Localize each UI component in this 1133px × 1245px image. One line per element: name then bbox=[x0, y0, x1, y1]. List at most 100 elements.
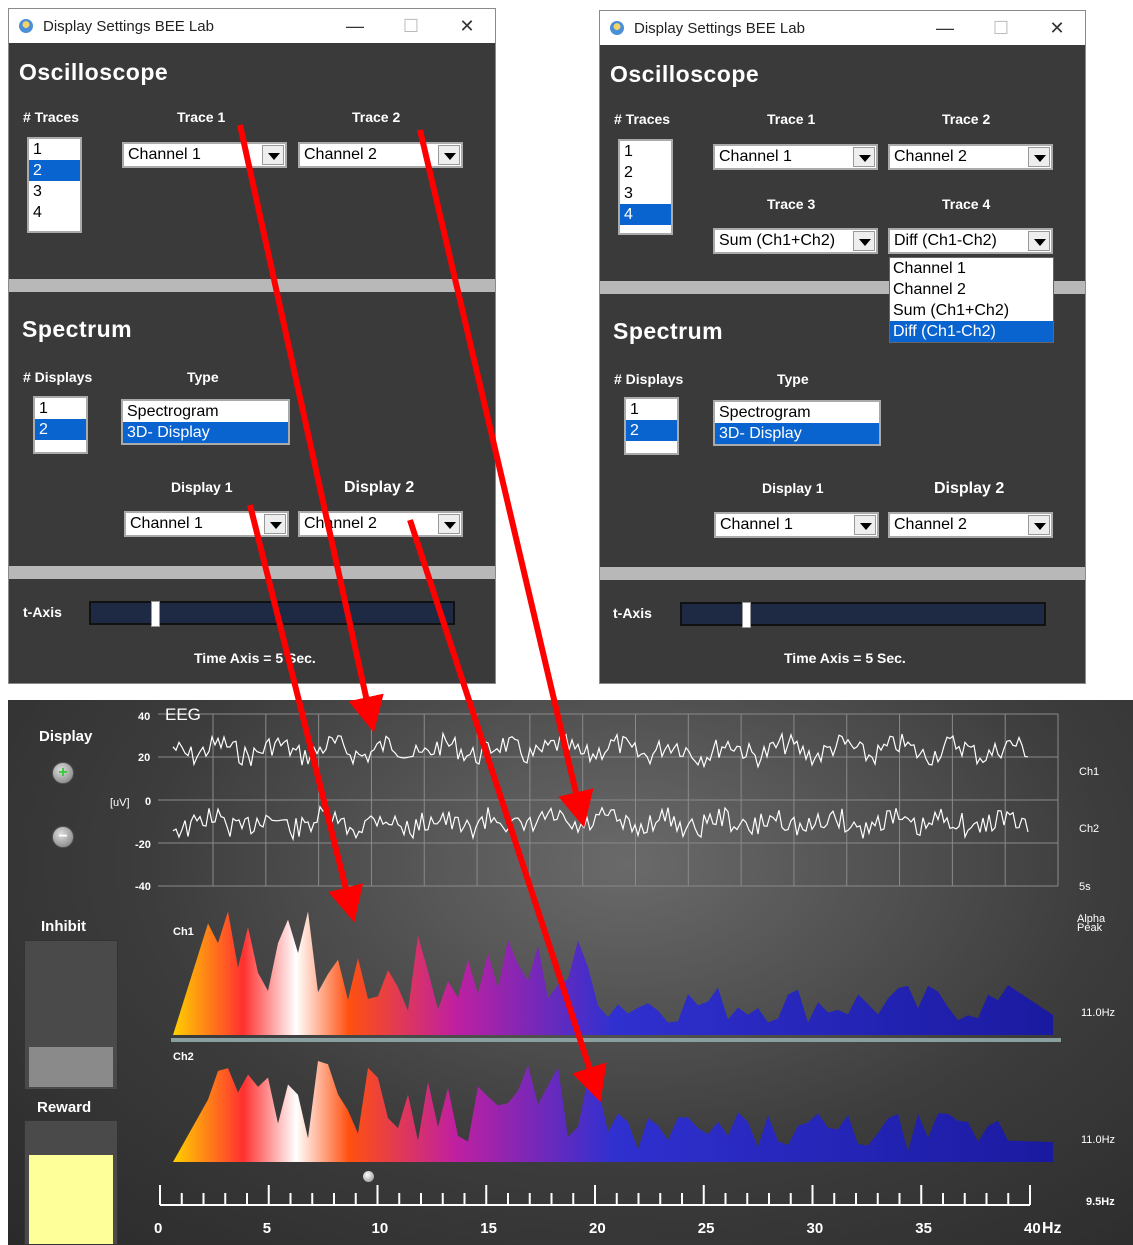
spectrum-3d-surfaces bbox=[171, 911, 1061, 1162]
maximize-button[interactable]: ☐ bbox=[973, 18, 1029, 39]
taxis-label: t-Axis bbox=[23, 604, 62, 620]
combo-value: Channel 1 bbox=[128, 146, 201, 163]
display2-combo[interactable]: Channel 2 bbox=[888, 512, 1053, 538]
slider-thumb[interactable] bbox=[742, 602, 751, 628]
minimize-button[interactable]: — bbox=[327, 16, 383, 37]
spectrum-ch2-label: Ch2 bbox=[173, 1051, 194, 1063]
y-tick-0: 0 bbox=[145, 796, 152, 808]
section-divider bbox=[9, 566, 495, 579]
y-tick-minus20: -20 bbox=[135, 839, 151, 851]
list-option[interactable]: 2 bbox=[29, 160, 80, 181]
chevron-down-icon[interactable] bbox=[438, 514, 460, 534]
slider-thumb[interactable] bbox=[151, 601, 160, 627]
list-option[interactable]: 4 bbox=[29, 202, 80, 223]
list-option[interactable]: Sum (Ch1+Ch2) bbox=[890, 300, 1053, 321]
display1-combo[interactable]: Channel 1 bbox=[714, 512, 879, 538]
list-option[interactable]: 3D- Display bbox=[715, 423, 879, 444]
trace1-label: Trace 1 bbox=[177, 109, 226, 125]
traces-label: # Traces bbox=[23, 109, 80, 125]
type-listbox[interactable]: Spectrogram 3D- Display bbox=[713, 400, 881, 446]
trace1-combo[interactable]: Channel 1 bbox=[122, 142, 287, 168]
window-title: Display Settings BEE Lab bbox=[634, 19, 805, 37]
app-icon bbox=[19, 19, 33, 33]
eeg-title: EEG bbox=[165, 705, 201, 724]
eeg-graphics bbox=[158, 713, 1061, 1206]
list-option[interactable]: 1 bbox=[29, 139, 80, 160]
y-tick-minus40: -40 bbox=[135, 881, 151, 893]
list-option[interactable]: 3 bbox=[620, 183, 671, 204]
frequency-axis bbox=[159, 1185, 1031, 1206]
spectrum-heading: Spectrum bbox=[613, 318, 724, 344]
time-span-label: 5s bbox=[1079, 881, 1091, 893]
displays-listbox[interactable]: 12 bbox=[624, 397, 679, 455]
freq-tick-label: 25 bbox=[697, 1220, 715, 1237]
y-tick-40: 40 bbox=[138, 711, 151, 723]
trace2-combo[interactable]: Channel 2 bbox=[888, 144, 1053, 170]
freq-tick-label: 5 bbox=[262, 1220, 272, 1237]
list-option[interactable]: 1 bbox=[626, 399, 677, 420]
freq-tick-label: 15 bbox=[480, 1220, 497, 1237]
list-option[interactable]: 1 bbox=[620, 141, 671, 162]
chevron-down-icon[interactable] bbox=[854, 515, 876, 535]
traces-listbox[interactable]: 1234 bbox=[618, 139, 673, 235]
list-option[interactable]: Channel 2 bbox=[890, 279, 1053, 300]
section-divider bbox=[600, 567, 1085, 580]
close-button[interactable]: ✕ bbox=[1029, 18, 1085, 39]
trace2-combo[interactable]: Channel 2 bbox=[298, 142, 463, 168]
chevron-down-icon[interactable] bbox=[264, 514, 286, 534]
minimize-button[interactable]: — bbox=[917, 18, 973, 39]
displays-label: # Displays bbox=[614, 371, 684, 387]
list-option[interactable]: 2 bbox=[35, 419, 86, 440]
chevron-down-icon[interactable] bbox=[853, 147, 875, 167]
traces-label: # Traces bbox=[614, 111, 671, 127]
list-option[interactable]: Spectrogram bbox=[123, 401, 288, 422]
list-option[interactable]: 2 bbox=[620, 162, 671, 183]
combo-value: Channel 2 bbox=[304, 146, 377, 163]
chevron-down-icon[interactable] bbox=[1028, 147, 1050, 167]
trace4-dropdown-list[interactable]: Channel 1 Channel 2 Sum (Ch1+Ch2) Diff (Ch1… bbox=[889, 257, 1054, 343]
alpha-peak-marker[interactable] bbox=[363, 1171, 374, 1182]
trace1-combo[interactable]: Channel 1 bbox=[713, 144, 878, 170]
chevron-down-icon[interactable] bbox=[1028, 231, 1050, 251]
screenshot-composite: Display Settings BEE Lab — ☐ ✕ Oscillosc… bbox=[0, 0, 1133, 1245]
taxis-label: t-Axis bbox=[613, 605, 652, 621]
list-option[interactable]: 1 bbox=[35, 398, 86, 419]
list-option[interactable]: 2 bbox=[626, 420, 677, 441]
chevron-down-icon[interactable] bbox=[1028, 515, 1050, 535]
combo-value: Channel 1 bbox=[130, 515, 203, 532]
display2-combo[interactable]: Channel 2 bbox=[298, 511, 463, 537]
list-option[interactable]: 3 bbox=[29, 181, 80, 202]
alpha-peak-label: Alpha Peak bbox=[1077, 913, 1106, 934]
list-option[interactable]: Spectrogram bbox=[715, 402, 879, 423]
close-button[interactable]: ✕ bbox=[439, 16, 495, 37]
oscilloscope-heading: Oscilloscope bbox=[610, 61, 760, 87]
chevron-down-icon[interactable] bbox=[262, 145, 284, 165]
frequency-unit: Hz bbox=[1042, 1220, 1062, 1237]
display2-label: Display 2 bbox=[344, 479, 415, 496]
trace1-label: Trace 1 bbox=[767, 111, 816, 127]
type-listbox[interactable]: Spectrogram 3D- Display bbox=[121, 399, 290, 445]
trace2-label: Trace 2 bbox=[942, 111, 991, 127]
list-option[interactable]: Diff (Ch1-Ch2) bbox=[890, 321, 1053, 342]
displays-listbox[interactable]: 12 bbox=[33, 396, 88, 454]
freq-tick-label: 20 bbox=[589, 1220, 606, 1237]
display2-label: Display 2 bbox=[934, 480, 1005, 497]
display1-combo[interactable]: Channel 1 bbox=[124, 511, 289, 537]
taxis-slider[interactable] bbox=[89, 601, 455, 627]
list-option[interactable]: Channel 1 bbox=[890, 258, 1053, 279]
combo-value: Channel 2 bbox=[894, 148, 967, 165]
trace4-combo[interactable]: Diff (Ch1-Ch2) bbox=[888, 228, 1053, 254]
list-option[interactable]: 3D- Display bbox=[123, 422, 288, 443]
time-axis-text: Time Axis = 5 Sec. bbox=[194, 650, 316, 666]
list-option[interactable]: 4 bbox=[620, 204, 671, 225]
combo-value: Diff (Ch1-Ch2) bbox=[894, 232, 997, 249]
taxis-slider[interactable] bbox=[680, 602, 1046, 628]
oscilloscope-grid bbox=[158, 713, 1059, 887]
maximize-button[interactable]: ☐ bbox=[383, 16, 439, 37]
chevron-down-icon[interactable] bbox=[853, 231, 875, 251]
ch1-trace-label: Ch1 bbox=[1079, 766, 1100, 778]
traces-listbox[interactable]: 1234 bbox=[27, 137, 82, 233]
trace3-combo[interactable]: Sum (Ch1+Ch2) bbox=[713, 228, 878, 254]
window-title: Display Settings BEE Lab bbox=[43, 17, 214, 35]
chevron-down-icon[interactable] bbox=[438, 145, 460, 165]
